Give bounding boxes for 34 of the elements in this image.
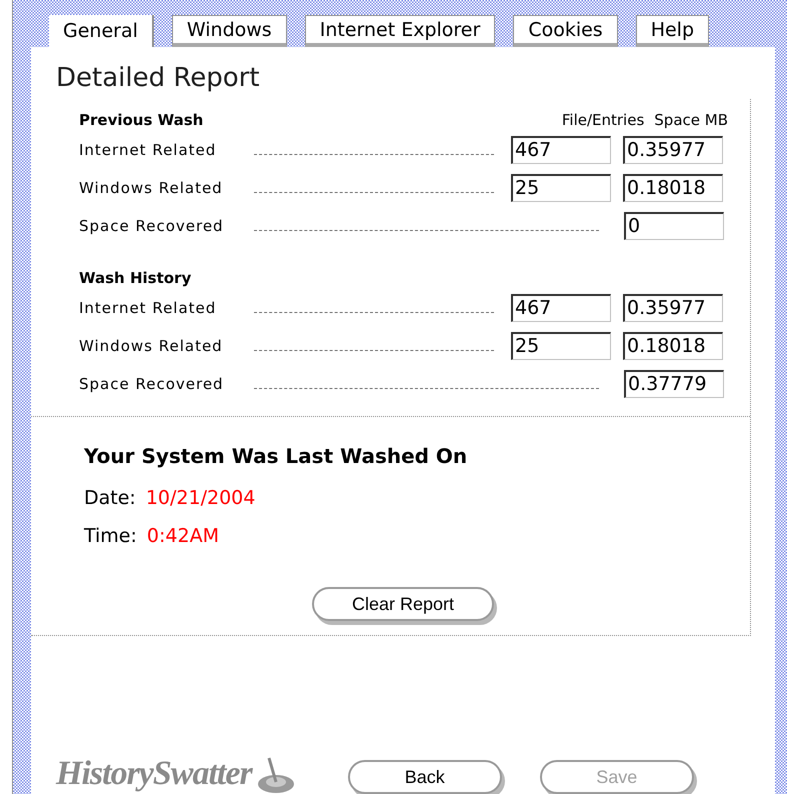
row-label: Space Recovered	[79, 216, 225, 237]
logo-text: HistorySwatter	[56, 754, 252, 794]
row-label: Internet Related	[79, 298, 218, 319]
row-label: Windows Related	[79, 336, 224, 357]
section-heading: Previous Wash	[79, 110, 204, 130]
input-field[interactable]: 0.18018	[623, 332, 723, 360]
input-field[interactable]: 0.18018	[623, 174, 723, 202]
column-header: Space MB	[654, 110, 728, 130]
pill-button[interactable]: Back	[348, 760, 502, 794]
row-label: Windows Related	[79, 178, 224, 199]
tab[interactable]: Cookies	[513, 15, 618, 47]
input-field[interactable]: 467	[511, 136, 611, 164]
input-field[interactable]: 25	[511, 174, 611, 202]
input-field[interactable]: 0.35977	[623, 294, 723, 322]
input-field[interactable]: 467	[511, 294, 611, 322]
tab[interactable]: Internet Explorer	[304, 15, 496, 47]
tab[interactable]: General	[49, 15, 154, 47]
row-label: Space Recovered	[79, 374, 225, 395]
tab[interactable]: Help	[636, 15, 710, 47]
last-washed-heading: Your System Was Last Washed On	[84, 443, 468, 470]
row-label: Internet Related	[79, 140, 218, 161]
column-header: File/Entries	[562, 110, 644, 130]
input-field[interactable]: 0	[624, 212, 724, 240]
input-field[interactable]: 0.35977	[623, 136, 723, 164]
time-label: Time:	[84, 524, 137, 549]
tab[interactable]: Windows	[172, 15, 287, 47]
date-value: 10/21/2004	[146, 486, 256, 511]
page-title: Detailed Report	[56, 62, 261, 95]
date-label: Date:	[84, 486, 136, 511]
time-value: 0:42AM	[146, 524, 219, 549]
input-field[interactable]: 25	[511, 332, 611, 360]
input-field[interactable]: 0.37779	[624, 370, 724, 398]
section-heading: Wash History	[79, 268, 192, 288]
disc-icon	[256, 756, 296, 794]
